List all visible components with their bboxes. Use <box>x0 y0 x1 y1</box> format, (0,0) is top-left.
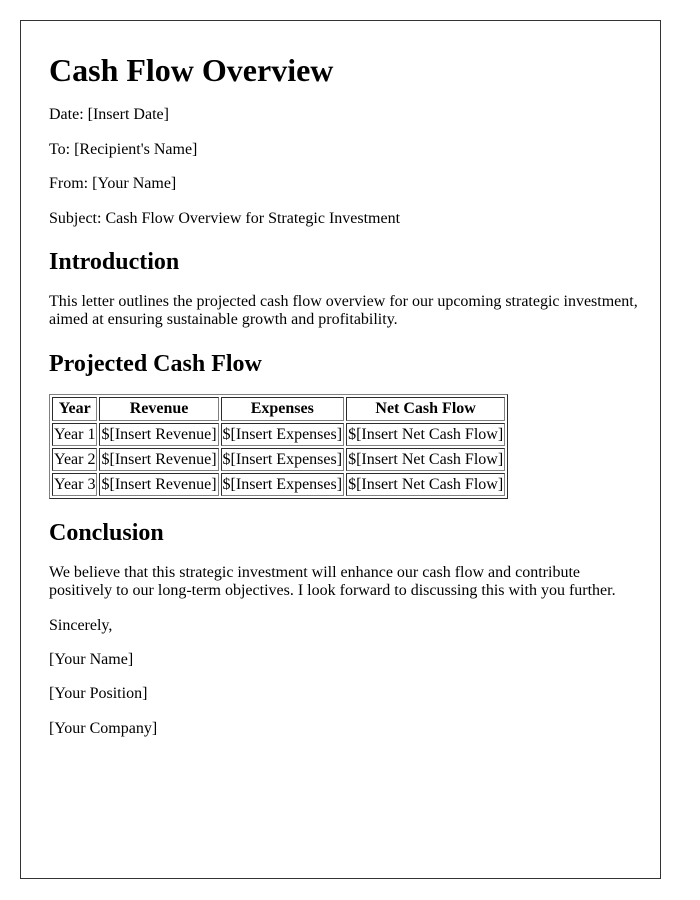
net-cash-flow-cell: $[Insert Net Cash Flow] <box>346 472 506 497</box>
conclusion-text: We believe that this strategic investmen… <box>49 563 616 600</box>
conclusion-heading: Conclusion <box>49 520 164 547</box>
introduction-heading: Introduction <box>49 248 180 275</box>
table-row: Year 2 $[Insert Revenue] $[Insert Expens… <box>52 447 506 471</box>
signature-company: [Your Company] <box>49 719 158 737</box>
letter: Cash Flow Overview Date: [Insert Date] T… <box>20 20 661 879</box>
closing-salutation: Sincerely, <box>49 616 113 634</box>
from-line: From: [Your Name] <box>49 175 177 193</box>
net-cash-flow-cell: $[Insert Net Cash Flow] <box>346 447 506 471</box>
subject-line: Subject: Cash Flow Overview for Strategi… <box>49 209 401 227</box>
revenue-cell: $[Insert Revenue] <box>99 472 219 497</box>
net-cash-flow-cell: $[Insert Net Cash Flow] <box>346 422 506 446</box>
column-header: Year <box>52 397 98 421</box>
table-header-row: Year Revenue Expenses Net Cash Flow <box>52 397 506 421</box>
table-row: Year 3 $[Insert Revenue] $[Insert Expens… <box>52 472 506 497</box>
expenses-cell: $[Insert Expenses] <box>220 447 345 471</box>
date-line: Date: [Insert Date] <box>49 106 169 124</box>
letter-meta: Date: [Insert Date] To: [Recipient's Nam… <box>41 106 640 228</box>
column-header: Revenue <box>99 397 219 421</box>
expenses-cell: $[Insert Expenses] <box>220 422 345 446</box>
expenses-cell: $[Insert Expenses] <box>220 472 345 497</box>
year-cell: Year 1 <box>52 422 98 446</box>
to-line: To: [Recipient's Name] <box>49 140 198 158</box>
year-cell: Year 2 <box>52 447 98 471</box>
introduction-text: This letter outlines the projected cash … <box>49 292 638 329</box>
signature-position: [Your Position] <box>49 685 148 703</box>
signature-name: [Your Name] <box>49 651 134 669</box>
projected-cash-flow-heading: Projected Cash Flow <box>49 350 262 377</box>
revenue-cell: $[Insert Revenue] <box>99 422 219 446</box>
page-title: Cash Flow Overview <box>49 52 334 88</box>
year-cell: Year 3 <box>52 472 98 497</box>
column-header: Expenses <box>220 397 345 421</box>
column-header: Net Cash Flow <box>346 397 506 421</box>
cash-flow-table: Year Revenue Expenses Net Cash Flow Year… <box>49 394 509 500</box>
table-row: Year 1 $[Insert Revenue] $[Insert Expens… <box>52 422 506 446</box>
revenue-cell: $[Insert Revenue] <box>99 447 219 471</box>
